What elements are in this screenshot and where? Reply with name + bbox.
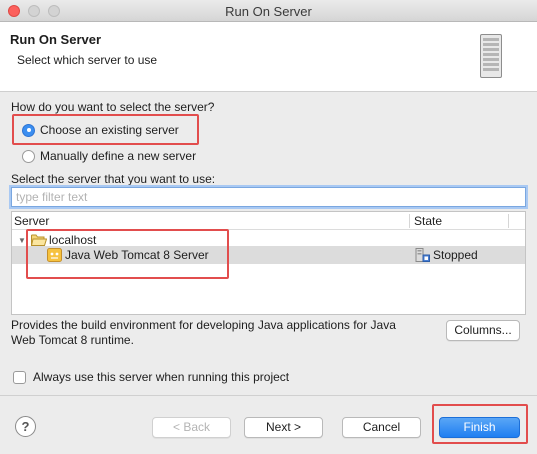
table-header: Server State: [12, 212, 525, 230]
back-button[interactable]: < Back: [152, 417, 231, 438]
column-divider: [508, 214, 509, 228]
wizard-header: Run On Server Select which server to use: [0, 22, 537, 92]
radio-existing-server[interactable]: Choose an existing server: [22, 123, 179, 137]
server-state-icon: [415, 248, 430, 262]
window-title: Run On Server: [225, 4, 312, 19]
always-use-option[interactable]: Always use this server when running this…: [13, 370, 289, 384]
column-state[interactable]: State: [414, 214, 442, 228]
radio-existing-server-button[interactable]: [22, 123, 35, 137]
server-icon: [480, 34, 502, 78]
highlight-server-row: [26, 229, 229, 279]
next-button[interactable]: Next >: [244, 417, 323, 438]
cancel-button[interactable]: Cancel: [342, 417, 421, 438]
wizard-title: Run On Server: [10, 32, 102, 47]
server-state: Stopped: [433, 248, 478, 262]
always-use-checkbox[interactable]: [13, 370, 26, 384]
filter-input[interactable]: [11, 187, 526, 207]
columns-button[interactable]: Columns...: [446, 320, 520, 341]
column-divider: [409, 214, 410, 228]
radio-new-server-label: Manually define a new server: [40, 149, 197, 163]
radio-new-server-button[interactable]: [22, 149, 35, 163]
always-use-label: Always use this server when running this…: [33, 370, 290, 384]
radio-new-server[interactable]: Manually define a new server: [22, 149, 196, 163]
footer-divider: [0, 395, 537, 396]
server-description: Provides the build environment for devel…: [11, 318, 396, 347]
selection-question: How do you want to select the server?: [11, 100, 215, 114]
wizard-description: Select which server to use: [17, 53, 158, 67]
finish-button[interactable]: Finish: [439, 417, 520, 438]
help-icon[interactable]: ?: [15, 416, 36, 437]
radio-existing-server-label: Choose an existing server: [40, 123, 179, 137]
disclosure-triangle-icon[interactable]: ▼: [18, 236, 26, 245]
title-bar: Run On Server: [0, 0, 537, 22]
server-list-label: Select the server that you want to use:: [11, 172, 216, 186]
column-server[interactable]: Server: [14, 214, 49, 228]
